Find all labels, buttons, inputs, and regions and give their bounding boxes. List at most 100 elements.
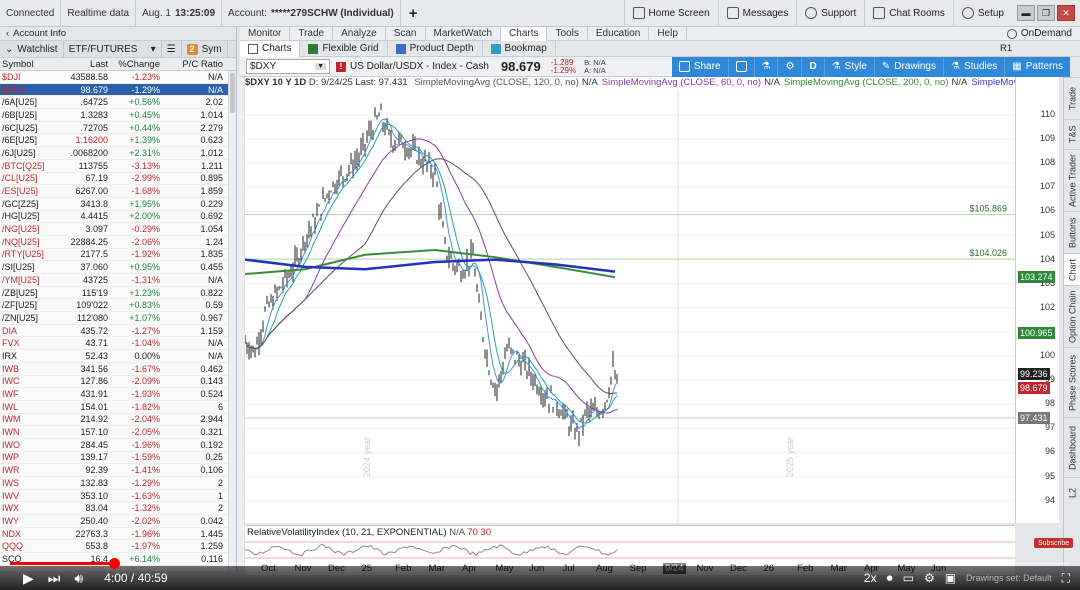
nav-tab-monitor[interactable]: Monitor [240,26,291,41]
watchlist-row[interactable]: IWV 353.10 -1.63% 1 [0,490,236,503]
watchlist-row[interactable]: IWY 250.40 -2.02% 0.042 [0,515,236,528]
watchlist-row[interactable]: IWO 284.45 -1.96% 0.192 [0,439,236,452]
side-tab-chart[interactable]: Chart [1064,253,1080,285]
watchlist-row[interactable]: /HG[U25] 4.4415 +2.00% 0.692 [0,211,236,224]
miniplayer-icon[interactable]: ▣ [945,571,956,585]
watchlist-row[interactable]: /RTY[U25] 2177.5 -1.92% 1.835 [0,249,236,262]
settings-button[interactable]: ⚙ [778,56,803,77]
watchlist-row[interactable]: IWP 139.17 -1.59% 0.25 [0,452,236,465]
volume-icon[interactable]: 🔊︎ [67,570,90,587]
col-pc-ratio[interactable]: P/C Ratio [162,59,225,70]
drawings-button[interactable]: ✎ Drawings [875,56,944,77]
subtab-flexible-grid[interactable]: Flexible Grid [300,40,388,57]
price-axis[interactable]: 1101091081071061051041031021011009998979… [1015,77,1059,523]
watchlist-menu[interactable]: ☰ [162,40,182,58]
side-tab-trade[interactable]: Trade [1064,77,1080,119]
watchlist-row[interactable]: IWN 157.10 -2.05% 0.321 [0,426,236,439]
watchlist-row[interactable]: /NQ[U25] 22884.25 -2.06% 1.24 [0,236,236,249]
watchlist-row[interactable]: /CL[U25] 67.19 -2.99% 0.895 [0,173,236,186]
col-last[interactable]: Last [62,59,110,70]
watchlist-row[interactable]: IWB 341.56 -1.67% 0.462 [0,363,236,376]
rvi-panel[interactable]: RelativeVolatilityIndex (10, 21, EXPONEN… [244,525,1015,561]
patterns-button[interactable]: ▦ Patterns [1005,57,1070,77]
support-button[interactable]: Support [796,0,864,27]
side-tab-active-trader[interactable]: Active Trader [1064,149,1080,211]
study-label[interactable]: SimpleMovingAvg ... [971,77,1015,88]
scroll-thumb[interactable] [230,73,235,113]
video-scrubber[interactable] [108,558,120,569]
side-tab-dashboard[interactable]: Dashboard [1064,417,1080,477]
watchlist-row[interactable]: /ZB[U25] 115'19 +1.23% 0.822 [0,287,236,300]
restore-button[interactable]: ❐ [1037,5,1055,21]
next-icon[interactable]: ⏭ [41,570,68,587]
ondemand-button[interactable]: OnDemand [1006,28,1080,39]
price-chart[interactable]: $105.869 $104.026 2024 year 2025 year [244,77,1015,523]
nav-tab-education[interactable]: Education [588,26,650,41]
subtab-bookmap[interactable]: Bookmap [483,40,556,57]
study-label[interactable]: SimpleMovingAvg (CLOSE, 60, 0, no) [602,77,761,88]
watchlist-row[interactable]: /SI[U25] 37.060 +0.95% 0.455 [0,261,236,274]
side-tab-l2[interactable]: L2 [1064,477,1080,507]
watchlist-scrollbar[interactable] [228,71,236,571]
watchlist-row[interactable]: IWS 132.83 -1.29% 2 [0,477,236,490]
watchlist-row[interactable]: IWR 92.39 -1.41% 0.106 [0,464,236,477]
account-info-header[interactable]: ‹ Account Info [0,27,236,41]
minimize-button[interactable]: ▬ [1017,5,1035,21]
col-symbol[interactable]: Symbol [0,59,62,70]
study-label[interactable]: SimpleMovingAvg (CLOSE, 200, 0, no) [784,77,949,88]
watchlist-row[interactable]: QQQ 553.8 -1.97% 1.259 [0,540,236,554]
study-label[interactable]: SimpleMovingAvg (CLOSE, 120, 0, no) [414,77,579,88]
speed-label[interactable]: 2x [864,571,877,585]
nav-tab-help[interactable]: Help [649,26,687,41]
watchlist-selector[interactable]: ETF/FUTURES ▾ [64,40,162,58]
close-button[interactable]: ✕ [1057,5,1075,21]
watchlist-row[interactable]: IWC 127.86 -2.09% 0.143 [0,376,236,389]
flask-button[interactable]: ⚗ [755,56,779,77]
side-tab-buttons[interactable]: Buttons [1064,211,1080,253]
price-chart-svg[interactable]: $105.869 $104.026 2024 year 2025 year [244,77,1015,523]
chat-rooms-button[interactable]: Chat Rooms [864,0,953,27]
autoplay-toggle-icon[interactable]: ⏺ [887,571,893,586]
watchlist-row[interactable]: DIA 435.72 -1.27% 1.159 [0,325,236,338]
watchlist-row[interactable]: /GC[Z25] 3413.8 +1.95% 0.229 [0,198,236,211]
captions-icon[interactable]: ▭ [903,571,914,585]
watchlist-row[interactable]: /NG[U25] 3.097 -0.29% 1.054 [0,223,236,236]
watchlist-row[interactable]: IWX 83.04 -1.32% 2 [0,502,236,516]
side-tab-phase-scores[interactable]: Phase Scores [1064,347,1080,417]
subtab-product-depth[interactable]: Product Depth [388,40,483,57]
side-tab-option-chain[interactable]: Option Chain [1064,285,1080,347]
watchlist-row[interactable]: /6C[U25] .72705 +0.44% 2.279 [0,122,236,135]
nav-tab-marketwatch[interactable]: MarketWatch [426,26,502,41]
watchlist-row[interactable]: /YM[U25] 43725 -1.31% N/A [0,274,236,287]
setup-button[interactable]: Setup [952,0,1012,27]
side-tab-t-s[interactable]: T&S [1064,119,1080,149]
watchlist-row[interactable]: IWL 154.01 -1.82% 6 [0,401,236,414]
watchlist-row[interactable]: IRX 52.43 0.00% N/A [0,350,236,363]
settings-icon[interactable]: ⚙ [924,571,935,585]
watchlist-row[interactable]: FVX 43.71 -1.04% N/A [0,337,236,351]
add-button[interactable]: + [401,5,426,22]
studies-button[interactable]: ⚗ Studies [944,56,1006,77]
nav-tab-charts[interactable]: Charts [501,26,548,41]
watchlist-row[interactable]: $DJI 43588.58 -1.23% N/A [0,71,236,84]
news-button[interactable] [729,56,755,77]
subtab-charts[interactable]: Charts [240,40,301,57]
video-progress[interactable] [10,558,1070,569]
nav-tab-analyze[interactable]: Analyze [333,26,386,41]
watchlist-row[interactable]: $DXY 98.679 -1.29% N/A [0,83,236,97]
account-selector[interactable]: Account: *****279SCHW (Individual) [222,0,401,27]
play-icon[interactable]: ▶ [16,570,41,587]
link-group[interactable]: 2 Sym [182,40,228,58]
symbol-input[interactable]: $DXY ▼ [246,59,330,74]
nav-tab-trade[interactable]: Trade [290,26,334,41]
watchlist-row[interactable]: /ZN[U25] 112'080 +1.07% 0.967 [0,312,236,325]
watchlist-row[interactable]: /BTC[Q25] 113755 -3.13% 1.211 [0,160,236,173]
watchlist-row[interactable]: /6A[U25] .64725 +0.56% 2.02 [0,96,236,110]
home-screen-button[interactable]: Home Screen [623,0,718,27]
aggregation-button[interactable]: D [802,56,825,77]
watchlist-row[interactable]: /6E[U25] 1.16200 +1.39% 0.623 [0,134,236,148]
symbol-dropdown-icon[interactable]: ▼ [315,63,326,70]
watchlist-row[interactable]: NDX 22763.3 -1.96% 1.445 [0,528,236,541]
watchlist-row[interactable]: /ZF[U25] 109'022 +0.83% 0.59 [0,299,236,313]
subscribe-button[interactable]: Subscribe [1034,538,1074,548]
